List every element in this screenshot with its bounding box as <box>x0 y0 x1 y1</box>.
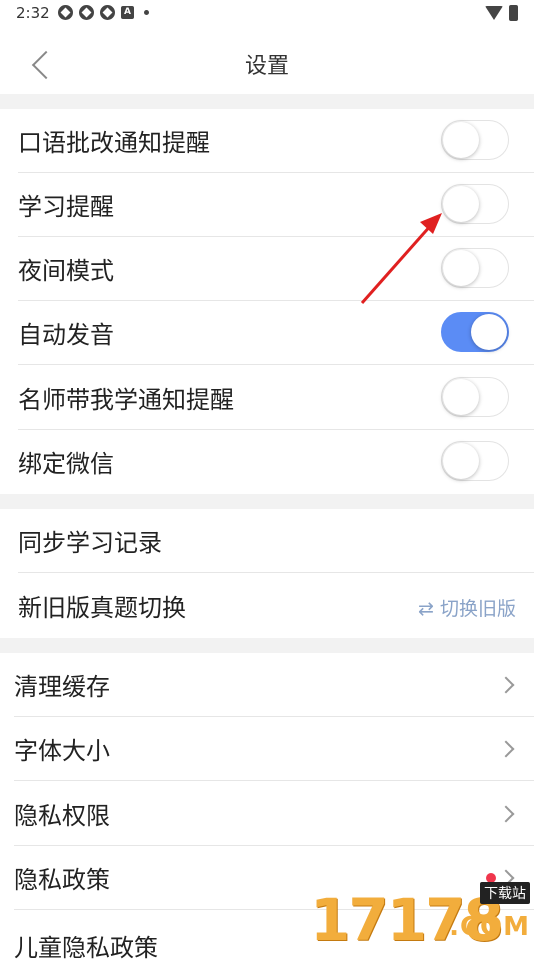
annotation-arrow <box>360 213 442 304</box>
watermark-suffix: .COM <box>449 912 530 942</box>
site-watermark: 17178 下载站 .COM <box>304 878 534 954</box>
watermark-tag: 下载站 <box>480 882 530 904</box>
arrow-head <box>420 213 442 234</box>
arrow-shaft <box>360 223 434 304</box>
